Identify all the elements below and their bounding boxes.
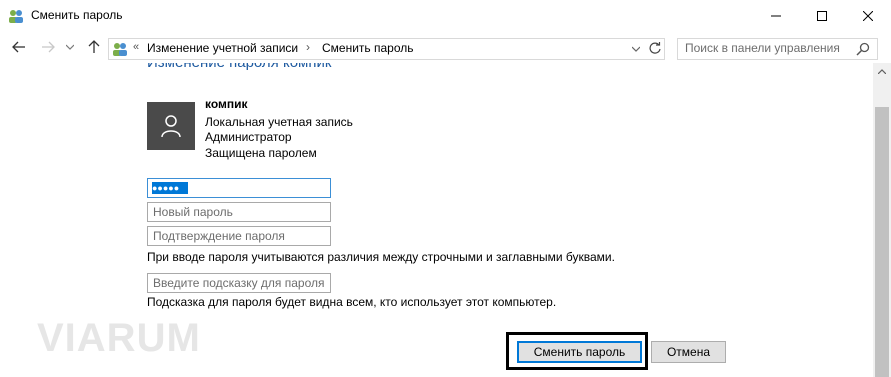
address-overflow[interactable]: « xyxy=(133,41,139,53)
back-button[interactable] xyxy=(9,38,29,56)
confirm-password-placeholder: Подтверждение пароля xyxy=(153,229,285,243)
new-password-field[interactable]: Новый пароль xyxy=(147,202,331,222)
account-role: Администратор xyxy=(205,130,292,144)
case-sensitivity-note: При вводе пароля учитываются различия ме… xyxy=(147,250,615,264)
title-bar[interactable]: Сменить пароль xyxy=(0,0,891,31)
forward-button[interactable] xyxy=(38,38,58,56)
content-area: Изменение пароля компик компик Локальная… xyxy=(0,63,873,377)
watermark: VIARUM xyxy=(37,316,201,360)
maximize-icon xyxy=(817,10,827,21)
search-icon[interactable] xyxy=(855,41,871,57)
control-panel-users-icon xyxy=(9,10,23,23)
password-hint-field[interactable]: Введите подсказку для пароля xyxy=(147,273,331,293)
scroll-up-button[interactable] xyxy=(873,63,891,80)
new-password-placeholder: Новый пароль xyxy=(153,205,233,219)
breadcrumb-change-password[interactable]: Сменить пароль xyxy=(322,41,414,55)
breadcrumb-account[interactable]: Изменение учетной записи xyxy=(147,41,298,55)
change-password-button[interactable]: Сменить пароль xyxy=(517,341,642,363)
address-bar[interactable]: « Изменение учетной записи › Сменить пар… xyxy=(108,38,665,60)
user-name: компик xyxy=(205,97,248,111)
arrow-up-icon xyxy=(88,40,100,53)
minimize-icon xyxy=(771,15,781,16)
current-password-field[interactable]: ●●●●● xyxy=(147,178,331,198)
password-hint-placeholder: Введите подсказку для пароля xyxy=(153,276,325,290)
chevron-down-icon xyxy=(632,46,640,52)
arrow-right-icon xyxy=(42,41,55,53)
page-title: Изменение пароля компик xyxy=(147,63,331,71)
close-icon xyxy=(863,10,873,21)
current-password-value: ●●●●● xyxy=(152,182,188,194)
control-panel-users-icon xyxy=(113,43,127,56)
password-protection-status: Защищена паролем xyxy=(205,146,317,160)
refresh-icon xyxy=(649,42,661,54)
chevron-down-icon xyxy=(66,44,74,50)
user-icon xyxy=(161,115,181,138)
maximize-button[interactable] xyxy=(799,0,845,31)
address-dropdown-button[interactable] xyxy=(629,41,643,57)
search-input[interactable]: Поиск в панели управления xyxy=(677,38,878,60)
confirm-password-field[interactable]: Подтверждение пароля xyxy=(147,226,331,246)
recent-locations-button[interactable] xyxy=(63,38,77,56)
cancel-button[interactable]: Отмена xyxy=(651,341,726,363)
vertical-scrollbar[interactable] xyxy=(873,63,891,377)
arrow-left-icon xyxy=(12,41,25,53)
minimize-button[interactable] xyxy=(753,0,799,31)
avatar xyxy=(147,102,195,150)
account-type: Локальная учетная запись xyxy=(205,115,353,129)
scroll-thumb[interactable] xyxy=(875,107,889,377)
window-title: Сменить пароль xyxy=(31,8,123,22)
close-button[interactable] xyxy=(845,0,891,31)
up-button[interactable] xyxy=(84,38,104,56)
chevron-up-icon xyxy=(878,69,886,74)
hint-visibility-note: Подсказка для пароля будет видна всем, к… xyxy=(147,295,557,309)
search-placeholder: Поиск в панели управления xyxy=(685,41,840,55)
refresh-button[interactable] xyxy=(647,40,663,56)
breadcrumb-separator[interactable]: › xyxy=(306,40,310,54)
